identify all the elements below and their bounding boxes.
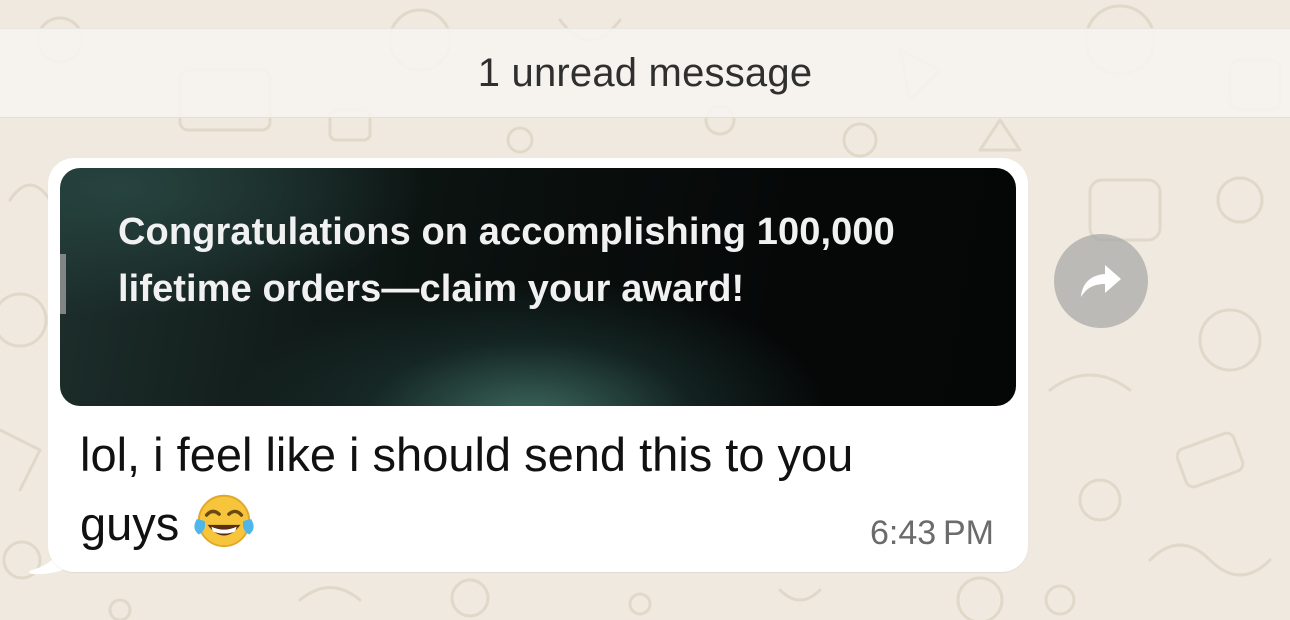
message-timestamp: 6:43 PM — [870, 514, 994, 552]
image-edge-bar — [60, 254, 66, 314]
image-caption-text: Congratulations on accomplishing 100,000… — [118, 211, 895, 310]
unread-messages-label: 1 unread message — [477, 50, 813, 95]
forward-arrow-icon — [1081, 265, 1121, 297]
forwarded-image[interactable]: Congratulations on accomplishing 100,000… — [60, 168, 1016, 406]
forward-button[interactable] — [1054, 234, 1148, 328]
message-text-container: lol, i feel like i should send this to y… — [80, 422, 960, 557]
unread-messages-banner: 1 unread message — [0, 28, 1290, 118]
message-bubble[interactable]: Congratulations on accomplishing 100,000… — [48, 158, 1028, 572]
tears-of-joy-emoji-icon — [194, 494, 254, 548]
